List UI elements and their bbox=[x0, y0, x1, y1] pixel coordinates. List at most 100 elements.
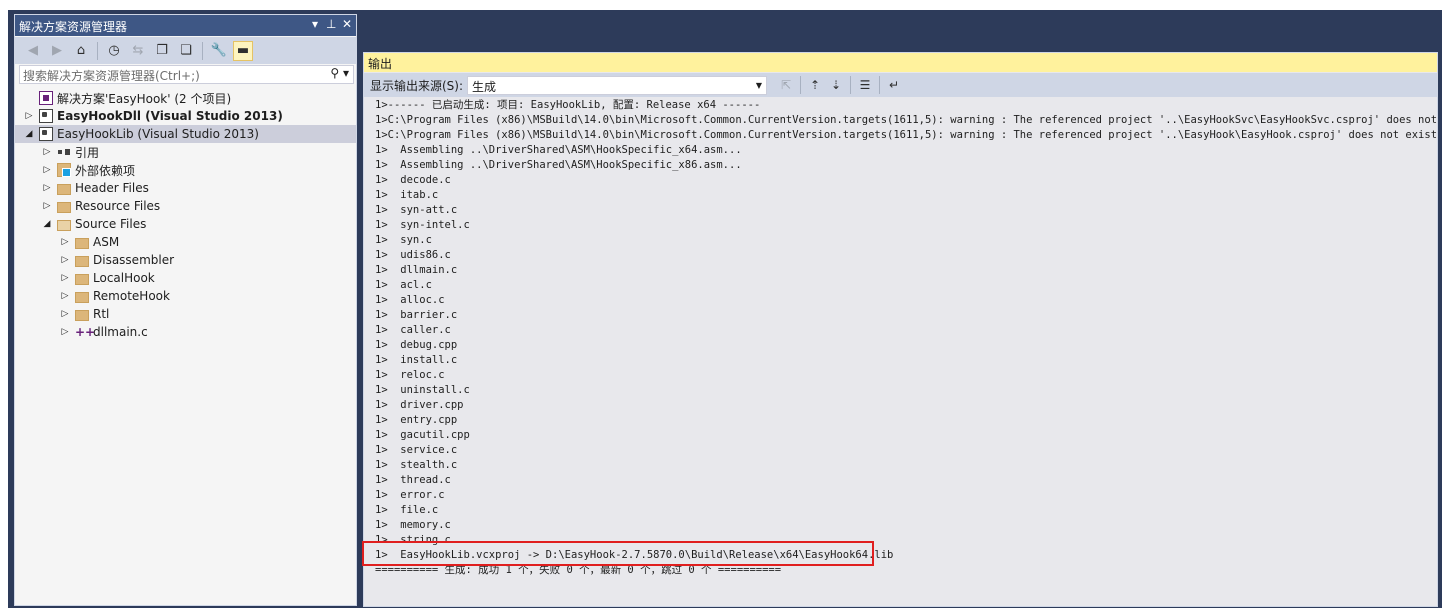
forward-icon[interactable]: ▶ bbox=[47, 41, 67, 61]
tree-item[interactable]: ▷ 外部依赖项 bbox=[15, 161, 356, 179]
tree-item[interactable]: ▷ ++ dllmain.c bbox=[15, 323, 356, 341]
expand-arrow-icon[interactable]: ▷ bbox=[41, 201, 53, 211]
folder-icon bbox=[75, 309, 89, 321]
show-all-files-icon[interactable]: ❏ bbox=[176, 41, 196, 61]
expand-arrow-icon[interactable]: ▷ bbox=[59, 309, 71, 319]
close-icon[interactable]: ✕ bbox=[342, 17, 352, 31]
output-source-value: 生成 bbox=[472, 79, 497, 94]
output-line: 1> memory.c bbox=[375, 519, 451, 531]
output-line: 1> stealth.c bbox=[375, 459, 458, 471]
next-message-icon[interactable]: ⇣ bbox=[827, 76, 845, 94]
references-icon bbox=[57, 145, 71, 159]
tree-item[interactable]: 解决方案'EasyHook' (2 个项目) bbox=[15, 89, 356, 107]
output-source-label: 显示输出来源(S): bbox=[370, 78, 464, 93]
output-line: 1> debug.cpp bbox=[375, 339, 458, 351]
output-source-select[interactable]: 生成 ▼ bbox=[467, 75, 768, 95]
output-line: 1> file.c bbox=[375, 504, 439, 516]
output-line: 1> reloc.c bbox=[375, 369, 445, 381]
expand-arrow-icon[interactable]: ▷ bbox=[59, 273, 71, 283]
tree-item-label: Resource Files bbox=[75, 199, 161, 213]
home-icon[interactable]: ⌂ bbox=[71, 41, 91, 61]
output-line: 1>C:\Program Files (x86)\MSBuild\14.0\bi… bbox=[375, 129, 1437, 141]
tree-item[interactable]: ▷ Disassembler bbox=[15, 251, 356, 269]
tree-item-label: Source Files bbox=[75, 217, 147, 231]
tree-item-label: EasyHookLib (Visual Studio 2013) bbox=[57, 127, 259, 141]
tree-item[interactable]: ◢ EasyHookLib (Visual Studio 2013) bbox=[15, 125, 356, 143]
preview-selected-icon[interactable]: ▬ bbox=[233, 40, 253, 61]
word-wrap-icon[interactable]: ↵ bbox=[885, 76, 903, 94]
collapse-arrow-icon[interactable]: ◢ bbox=[41, 219, 53, 229]
expand-arrow-icon[interactable]: ▷ bbox=[41, 147, 53, 157]
chevron-down-icon: ▼ bbox=[755, 80, 763, 90]
output-line: 1> barrier.c bbox=[375, 309, 458, 321]
c-file-icon: ++ bbox=[75, 325, 96, 339]
output-toolbar: 显示输出来源(S): 生成 ▼ ⇱ ⇡ ⇣ ☰ ↵ bbox=[364, 73, 1437, 97]
output-line: 1> service.c bbox=[375, 444, 458, 456]
tree-item[interactable]: ▷ Header Files bbox=[15, 179, 356, 197]
output-line: 1> itab.c bbox=[375, 189, 439, 201]
search-icon[interactable]: ⚲ ▾ bbox=[330, 66, 349, 80]
tree-item-label: 解决方案'EasyHook' (2 个项目) bbox=[57, 91, 232, 106]
tree-item-label: Disassembler bbox=[93, 253, 175, 267]
output-line: 1> dllmain.c bbox=[375, 264, 458, 276]
output-line: 1> thread.c bbox=[375, 474, 451, 486]
expand-arrow-icon[interactable]: ▷ bbox=[59, 237, 71, 247]
output-title-bar: 输出 bbox=[364, 53, 1437, 72]
output-log[interactable]: 1>------ 已启动生成: 项目: EasyHookLib, 配置: Rel… bbox=[364, 98, 1437, 607]
tree-item[interactable]: ▷ ASM bbox=[15, 233, 356, 251]
external-deps-icon bbox=[57, 163, 71, 177]
output-line: 1> uninstall.c bbox=[375, 384, 470, 396]
tree-item[interactable]: ▷ 引用 bbox=[15, 143, 356, 161]
tree-item-label: Rtl bbox=[93, 307, 110, 321]
folder-icon bbox=[57, 183, 71, 195]
expand-arrow-icon[interactable]: ▷ bbox=[41, 165, 53, 175]
project-icon bbox=[39, 109, 53, 123]
collapse-arrow-icon[interactable]: ◢ bbox=[23, 129, 35, 139]
properties-wrench-icon[interactable]: 🔧 bbox=[209, 41, 229, 61]
solution-explorer-panel: 解决方案资源管理器 ▾ ⊥ ✕ ◀ ▶ ⌂ ◷ ⇆ ❐ ❏ 🔧 ▬ 搜索解决方案… bbox=[14, 14, 357, 606]
folder-icon bbox=[57, 201, 71, 213]
highlight-box bbox=[362, 541, 874, 566]
toolbar-separator bbox=[879, 76, 881, 94]
solution-explorer-title-bar: 解决方案资源管理器 ▾ ⊥ ✕ bbox=[15, 15, 356, 36]
pending-changes-icon[interactable]: ◷ bbox=[104, 41, 124, 61]
tree-item[interactable]: ◢ Source Files bbox=[15, 215, 356, 233]
collapse-all-icon[interactable]: ❐ bbox=[152, 41, 172, 61]
solution-icon bbox=[39, 91, 53, 105]
expand-arrow-icon[interactable]: ▷ bbox=[41, 183, 53, 193]
tree-item-label: ASM bbox=[93, 235, 120, 249]
clear-all-icon[interactable]: ☰ bbox=[856, 76, 874, 94]
toolbar-separator bbox=[202, 41, 203, 60]
tree-item-label: RemoteHook bbox=[93, 289, 170, 303]
tree-item[interactable]: ▷ Resource Files bbox=[15, 197, 356, 215]
output-line: 1> error.c bbox=[375, 489, 445, 501]
solution-explorer-search-input[interactable]: 搜索解决方案资源管理器(Ctrl+;) ⚲ ▾ bbox=[19, 65, 354, 84]
expand-arrow-icon[interactable]: ▷ bbox=[59, 327, 71, 337]
sync-icon[interactable]: ⇆ bbox=[128, 41, 148, 61]
pin-icon[interactable]: ⊥ bbox=[326, 17, 336, 31]
back-icon[interactable]: ◀ bbox=[23, 41, 43, 61]
output-line: 1>------ 已启动生成: 项目: EasyHookLib, 配置: Rel… bbox=[375, 99, 761, 111]
tree-item[interactable]: ▷ EasyHookDll (Visual Studio 2013) bbox=[15, 107, 356, 125]
output-line: 1> syn.c bbox=[375, 234, 432, 246]
expand-arrow-icon[interactable]: ▷ bbox=[59, 291, 71, 301]
output-line: 1> caller.c bbox=[375, 324, 451, 336]
output-line: 1> alloc.c bbox=[375, 294, 445, 306]
output-line: 1> udis86.c bbox=[375, 249, 451, 261]
previous-message-icon[interactable]: ⇡ bbox=[806, 76, 824, 94]
expand-arrow-icon[interactable]: ▷ bbox=[23, 111, 35, 121]
output-line: 1>C:\Program Files (x86)\MSBuild\14.0\bi… bbox=[375, 114, 1437, 126]
output-line: 1> syn-att.c bbox=[375, 204, 458, 216]
toolbar-separator bbox=[850, 76, 852, 94]
tree-item[interactable]: ▷ LocalHook bbox=[15, 269, 356, 287]
expand-arrow-icon[interactable]: ▷ bbox=[59, 255, 71, 265]
solution-explorer-toolbar: ◀ ▶ ⌂ ◷ ⇆ ❐ ❏ 🔧 ▬ bbox=[15, 37, 356, 64]
toolbar-separator bbox=[97, 41, 98, 60]
output-line: 1> entry.cpp bbox=[375, 414, 458, 426]
tree-item[interactable]: ▷ Rtl bbox=[15, 305, 356, 323]
tree-item-label: Header Files bbox=[75, 181, 149, 195]
output-line: 1> gacutil.cpp bbox=[375, 429, 470, 441]
dropdown-arrow-icon[interactable]: ▾ bbox=[310, 17, 320, 31]
find-message-icon[interactable]: ⇱ bbox=[777, 76, 795, 94]
tree-item[interactable]: ▷ RemoteHook bbox=[15, 287, 356, 305]
